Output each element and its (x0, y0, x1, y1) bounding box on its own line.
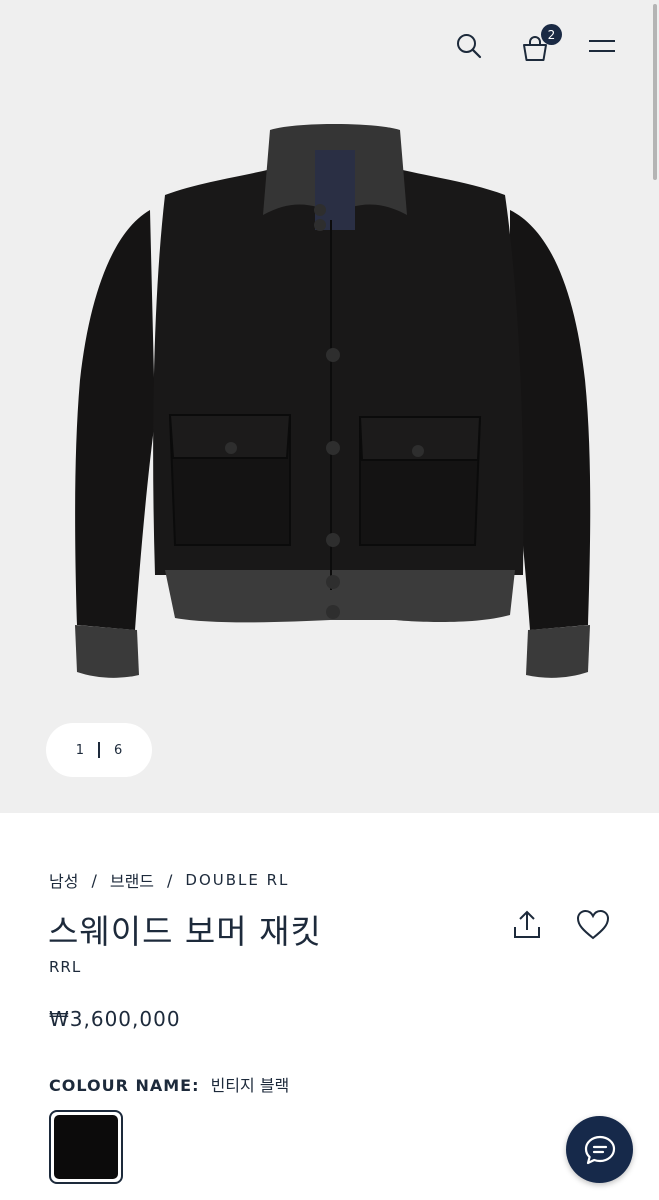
search-button[interactable] (449, 26, 489, 66)
chat-icon (584, 1135, 615, 1164)
breadcrumb-brand-link[interactable]: 브랜드 (110, 868, 154, 892)
share-button[interactable] (506, 904, 548, 946)
jacket-product-image (75, 124, 591, 678)
colour-label: COLOUR NAME: (49, 1076, 200, 1095)
hamburger-menu-icon (589, 40, 615, 52)
cart-count-badge: 2 (541, 24, 562, 45)
chat-button[interactable] (566, 1116, 633, 1183)
menu-button[interactable] (582, 26, 622, 66)
breadcrumb-separator: / (91, 870, 97, 890)
heart-icon (576, 909, 610, 940)
colour-swatch-selected[interactable] (49, 1110, 123, 1184)
product-title: 스웨이드 보머 재킷 (48, 912, 322, 951)
breadcrumb-men-link[interactable]: 남성 (49, 868, 78, 892)
product-brand: RRL (49, 958, 82, 976)
colour-name-row: COLOUR NAME: 빈티지 블랙 (49, 1072, 289, 1096)
share-icon (514, 910, 540, 938)
colour-value: 빈티지 블랙 (210, 1076, 290, 1095)
product-price: ₩3,600,000 (49, 1007, 181, 1031)
favorite-button[interactable] (572, 904, 614, 946)
scrollbar-thumb[interactable] (653, 4, 657, 180)
product-image-gallery[interactable]: 2 1 6 (0, 0, 659, 813)
page-scrollbar[interactable] (651, 0, 659, 813)
pager-divider (98, 742, 100, 758)
search-icon (457, 34, 482, 59)
pager-total: 6 (114, 742, 123, 758)
breadcrumb: 남성 / 브랜드 / DOUBLE RL (49, 868, 289, 892)
pager-current: 1 (75, 742, 84, 758)
top-bar: 2 (0, 0, 659, 90)
breadcrumb-separator: / (167, 870, 173, 890)
colour-swatch-fill (54, 1115, 118, 1179)
image-pager: 1 6 (46, 723, 152, 777)
breadcrumb-double-rl-link[interactable]: DOUBLE RL (185, 871, 289, 889)
